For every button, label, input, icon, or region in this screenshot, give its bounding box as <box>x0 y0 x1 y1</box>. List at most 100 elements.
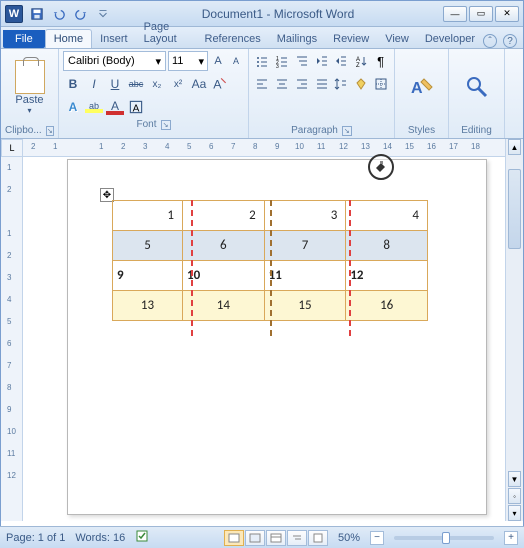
numbering-button[interactable]: 123 <box>273 51 292 71</box>
shrink-font-button[interactable]: A <box>228 52 244 70</box>
table-cell[interactable]: 1 <box>113 201 183 231</box>
ruler-mark: 2 <box>121 142 125 151</box>
change-case-button[interactable]: Aa <box>189 74 209 94</box>
highlight-button[interactable]: ab <box>84 97 104 117</box>
strikethrough-button[interactable]: abc <box>126 74 146 94</box>
subscript-button[interactable]: x₂ <box>147 74 167 94</box>
table-cell[interactable]: 16 <box>346 291 428 321</box>
tab-insert[interactable]: Insert <box>92 30 136 48</box>
draft-view[interactable] <box>308 530 328 546</box>
tab-page-layout[interactable]: Page Layout <box>136 18 197 48</box>
table-cell[interactable]: 7 <box>264 231 346 261</box>
editing-button[interactable] <box>464 51 490 123</box>
scroll-thumb[interactable] <box>508 169 521 249</box>
align-left-button[interactable] <box>253 74 272 94</box>
proofing-icon[interactable] <box>135 529 149 546</box>
line-spacing-button[interactable] <box>332 74 351 94</box>
close-button[interactable]: ✕ <box>495 6 519 22</box>
print-layout-view[interactable] <box>224 530 244 546</box>
prev-page-button[interactable]: ◦ <box>508 488 521 504</box>
outline-view[interactable] <box>287 530 307 546</box>
increase-indent-button[interactable] <box>332 51 351 71</box>
horizontal-ruler[interactable]: 2 1 1 2 3 4 5 6 7 8 9 10 11 12 13 14 15 … <box>23 139 505 157</box>
paragraph-launcher[interactable]: ↘ <box>342 126 352 136</box>
table-cell[interactable]: 10 <box>183 261 265 291</box>
qat-customize[interactable] <box>93 5 113 23</box>
align-center-button[interactable] <box>273 74 292 94</box>
tab-references[interactable]: References <box>197 30 269 48</box>
group-font: Calibri (Body)▾ 11▾ A A B I U abc x₂ x² … <box>59 49 249 138</box>
justify-button[interactable] <box>312 74 331 94</box>
paste-button[interactable]: Paste ▾ <box>5 51 54 123</box>
tab-review[interactable]: Review <box>325 30 377 48</box>
word-count[interactable]: Words: 16 <box>75 532 125 544</box>
file-tab[interactable]: File <box>3 30 45 48</box>
scroll-up-button[interactable]: ▲ <box>508 139 521 155</box>
scroll-down-button[interactable]: ▼ <box>508 471 521 487</box>
shading-button[interactable] <box>352 74 371 94</box>
ruler-mark: 2 <box>7 185 11 194</box>
underline-button[interactable]: U <box>105 74 125 94</box>
zoom-in-button[interactable]: + <box>504 531 518 545</box>
clear-formatting-button[interactable]: A <box>210 74 230 94</box>
table-cell[interactable]: 3 <box>264 201 346 231</box>
sort-button[interactable]: AZ <box>352 51 371 71</box>
clipboard-launcher[interactable]: ↘ <box>46 126 54 136</box>
table-cell[interactable]: 5 <box>113 231 183 261</box>
maximize-button[interactable]: ▭ <box>469 6 493 22</box>
align-right-button[interactable] <box>292 74 311 94</box>
table-cell[interactable]: 12 <box>346 261 428 291</box>
document-page[interactable]: ✥ 1234 5678 9101112 13141516 <box>67 159 487 515</box>
vertical-scrollbar[interactable]: ▲ ▼ ◦ ▾ <box>505 139 523 521</box>
table-cell[interactable]: 13 <box>113 291 183 321</box>
font-color-button[interactable]: A <box>105 97 125 117</box>
page-indicator[interactable]: Page: 1 of 1 <box>6 532 65 544</box>
help-button[interactable]: ? <box>503 34 517 48</box>
multilevel-list-button[interactable] <box>292 51 311 71</box>
minimize-button[interactable]: — <box>443 6 467 22</box>
styles-button[interactable]: A <box>408 51 436 123</box>
save-button[interactable] <box>27 5 47 23</box>
svg-text:3: 3 <box>276 64 279 68</box>
italic-button[interactable]: I <box>84 74 104 94</box>
tab-view[interactable]: View <box>377 30 417 48</box>
text-border-button[interactable]: A <box>126 97 146 117</box>
decrease-indent-button[interactable] <box>312 51 331 71</box>
table-cell[interactable]: 15 <box>264 291 346 321</box>
table-cell[interactable]: 11 <box>264 261 346 291</box>
web-layout-view[interactable] <box>266 530 286 546</box>
minimize-ribbon-button[interactable]: ˆ <box>483 34 497 48</box>
tab-developer[interactable]: Developer <box>417 30 483 48</box>
table-cell[interactable]: 9 <box>113 261 183 291</box>
tab-selector[interactable]: L <box>1 139 23 157</box>
superscript-button[interactable]: x² <box>168 74 188 94</box>
font-size-combo[interactable]: 11▾ <box>168 51 208 71</box>
next-page-button[interactable]: ▾ <box>508 505 521 521</box>
redo-button[interactable] <box>71 5 91 23</box>
zoom-level[interactable]: 50% <box>338 532 360 544</box>
show-marks-button[interactable]: ¶ <box>371 51 390 71</box>
bold-button[interactable]: B <box>63 74 83 94</box>
vertical-ruler[interactable]: 1 2 1 2 3 4 5 6 7 8 9 10 11 12 <box>1 157 23 521</box>
table-cell[interactable]: 2 <box>183 201 265 231</box>
tab-mailings[interactable]: Mailings <box>269 30 325 48</box>
font-launcher[interactable]: ↘ <box>161 120 171 130</box>
table-cell[interactable]: 14 <box>183 291 265 321</box>
borders-button[interactable] <box>371 74 390 94</box>
ribbon-tabs: File Home Insert Page Layout References … <box>1 27 523 49</box>
zoom-slider[interactable] <box>394 536 494 540</box>
table-cell[interactable]: 6 <box>183 231 265 261</box>
undo-button[interactable] <box>49 5 69 23</box>
full-screen-view[interactable] <box>245 530 265 546</box>
text-effects-button[interactable]: A <box>63 97 83 117</box>
zoom-out-button[interactable]: − <box>370 531 384 545</box>
tab-home[interactable]: Home <box>45 29 92 48</box>
ruler-mark: 4 <box>7 295 11 304</box>
table-cell[interactable]: 4 <box>346 201 428 231</box>
grow-font-button[interactable]: A <box>210 52 226 70</box>
ruler-mark: 16 <box>427 142 436 151</box>
zoom-slider-handle[interactable] <box>442 532 450 544</box>
font-name-combo[interactable]: Calibri (Body)▾ <box>63 51 166 71</box>
bullets-button[interactable] <box>253 51 272 71</box>
table-cell[interactable]: 8 <box>346 231 428 261</box>
